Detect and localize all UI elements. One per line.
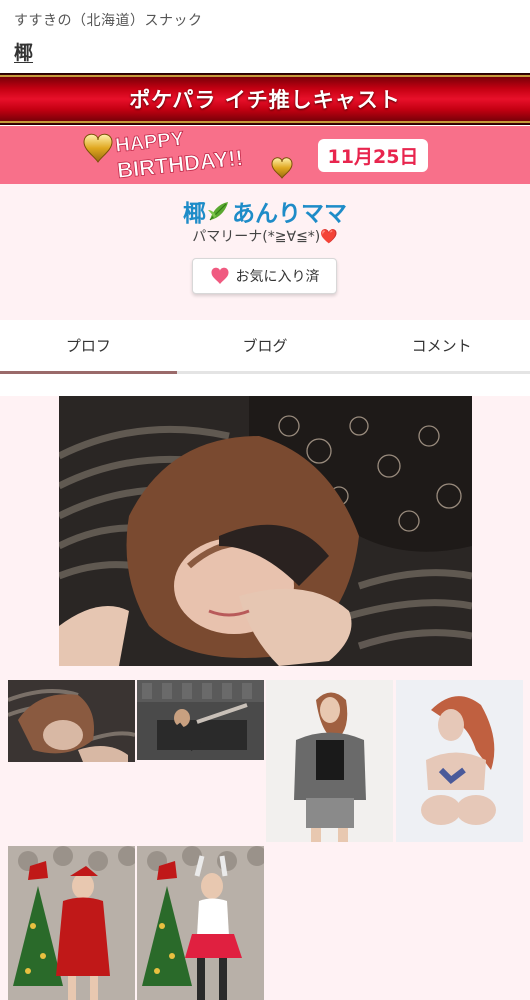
thumbnail-image [8,846,135,1000]
gallery-thumbnail[interactable] [137,680,264,760]
birthday-bar: HAPPY BIRTHDAY!! 11月25日 [0,126,530,184]
red-heart-emoji-icon: ❤️ [320,229,338,245]
gallery-thumbnail[interactable] [8,680,135,762]
thumbnail-image [266,680,393,842]
gallery-thumbnail[interactable] [266,680,393,842]
heart-icon [210,267,229,284]
area-category-breadcrumb[interactable]: すすきの（北海道）スナック [14,10,203,30]
happy-birthday-graphic: HAPPY BIRTHDAY!! [83,128,293,182]
top-header: すすきの（北海道）スナック 椰 [0,0,530,72]
cast-name-prefix: 椰 [183,201,206,227]
featured-cast-banner-label: ポケパラ イチ推しキャスト [129,88,401,112]
cast-name-suffix: あんりママ [232,201,347,227]
cast-profile-summary: 椰 あんりママ パマリーナ(*≧∀≦*)❤️ お気に入り済 [0,184,530,320]
birthday-date-badge: 11月25日 [318,139,428,172]
thumbnail-image [137,846,264,1000]
gallery-thumbnail[interactable] [396,680,523,842]
shop-name-link[interactable]: 椰 [14,38,33,65]
gold-heart-right-icon [271,157,293,179]
gallery-thumbnail[interactable] [8,846,135,1000]
thumbnail-image [137,680,264,760]
thumbnail-image [8,680,135,762]
favorite-button-label: お気に入り済 [235,269,320,285]
cast-tagline-text: パマリーナ(*≧∀≦*) [192,229,321,245]
gold-heart-left-icon [83,133,113,163]
featured-cast-banner: ポケパラ イチ推しキャスト [0,73,530,125]
cast-name: 椰 あんりママ [0,194,530,228]
tab-blog[interactable]: ブログ [177,320,354,371]
profile-tabs: プロフ ブログ コメント [0,320,530,374]
gallery-thumbnail[interactable] [137,846,264,1000]
photo-gallery [0,396,530,1000]
cast-tagline: パマリーナ(*≧∀≦*)❤️ [0,226,530,246]
thumbnail-image [396,680,523,842]
main-photo-image [59,396,472,666]
leaf-icon [208,202,228,221]
tab-comment[interactable]: コメント [353,320,530,371]
favorite-button[interactable]: お気に入り済 [192,258,337,294]
tab-profile[interactable]: プロフ [0,320,177,374]
main-photo[interactable] [59,396,472,666]
